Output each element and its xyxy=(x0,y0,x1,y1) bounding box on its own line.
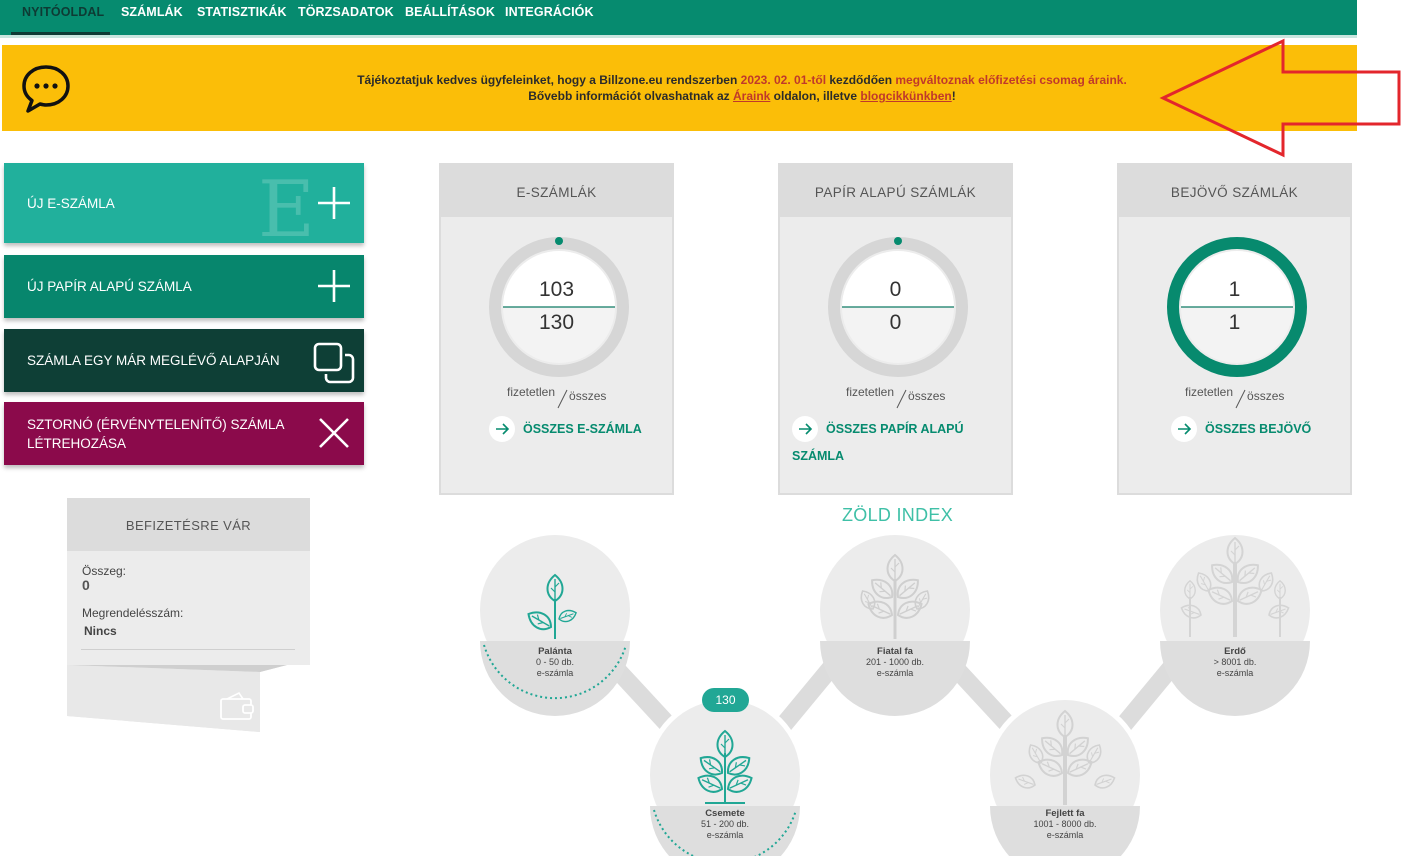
order-number-label: Megrendelésszám: xyxy=(82,606,184,620)
green-index-graph xyxy=(475,530,1315,856)
unpaid-count: 0 xyxy=(889,278,902,301)
storno-invoice-button[interactable]: SZTORNÓ (ÉRVÉNYTELENÍTŐ) SZÁMLA LÉTREHOZÁ… xyxy=(4,402,364,465)
copy-icon xyxy=(313,342,355,384)
unpaid-total-caption: fizetetlen összes xyxy=(1185,385,1284,410)
unpaid-count: 103 xyxy=(538,278,575,301)
nav-statistics[interactable]: STATISZTIKÁK xyxy=(197,0,287,35)
new-einvoice-label: ÚJ E-SZÁMLA xyxy=(27,196,115,211)
level-label-palanta: Palánta 0 - 50 db. e-számla xyxy=(535,646,575,678)
card-title: PAPÍR ALAPÚ SZÁMLÁK xyxy=(780,165,1011,217)
invoice-from-existing-label: SZÁMLA EGY MÁR MEGLÉVŐ ALAPJÁN xyxy=(27,353,280,368)
new-einvoice-button[interactable]: E ÚJ E-SZÁMLA xyxy=(4,163,364,243)
einvoice-watermark: E xyxy=(258,165,315,243)
total-count: 130 xyxy=(538,311,575,334)
waiting-payment-title: BEFIZETÉSRE VÁR xyxy=(67,498,310,551)
level-node-fiatal-fa xyxy=(815,530,975,716)
unpaid-total-caption: fizetetlen összes xyxy=(846,385,945,410)
green-index-title: ZÖLD INDEX xyxy=(842,505,954,525)
unpaid-total-caption: fizetetlen összes xyxy=(507,385,606,410)
invoice-from-existing-button[interactable]: SZÁMLA EGY MÁR MEGLÉVŐ ALAPJÁN xyxy=(4,329,364,392)
top-navigation: NYITÓOLDAL SZÁMLÁK STATISZTIKÁK TÖRZSADA… xyxy=(0,0,1357,38)
prices-link[interactable]: Áraink xyxy=(733,89,770,103)
incoming-invoices-card: BEJÖVŐ SZÁMLÁK 1 1 fizetetlen összes ÖSSZ… xyxy=(1117,163,1352,495)
einvoices-card: E-SZÁMLÁK 103 130 fizetetlen összes ÖSSZE… xyxy=(439,163,674,495)
arrow-right-icon xyxy=(792,415,818,442)
total-count: 1 xyxy=(1228,311,1241,334)
level-label-csemete: Csemete 51 - 200 db. e-számla xyxy=(700,808,750,840)
arrow-right-icon xyxy=(1171,415,1197,442)
nav-master-data[interactable]: TÖRZSADATOK xyxy=(298,0,394,35)
announcement-banner: Tájékoztatjuk kedves ügyfeleinket, hogy … xyxy=(2,45,1357,131)
level-node-erdo xyxy=(1155,530,1315,716)
waiting-payment-panel: BEFIZETÉSRE VÁR Összeg: 0 Megrendelésszá… xyxy=(67,498,310,734)
paper-invoices-card: PAPÍR ALAPÚ SZÁMLÁK 0 0 fizetetlen összes… xyxy=(778,163,1013,495)
plus-icon xyxy=(318,187,350,219)
close-icon xyxy=(319,418,349,448)
new-paper-invoice-button[interactable]: ÚJ PAPÍR ALAPÚ SZÁMLA xyxy=(4,255,364,318)
waiting-payment-body: Összeg: 0 Megrendelésszám: Nincs xyxy=(67,551,310,665)
folded-corner-graphic xyxy=(67,665,310,732)
all-paper-invoices-link[interactable]: ÖSSZES PAPÍR ALAPÚ SZÁMLA xyxy=(792,415,1011,463)
level-label-fiatal-fa: Fiatal fa 201 - 1000 db. e-számla xyxy=(865,646,925,678)
unpaid-gauge xyxy=(828,237,968,377)
current-einvoice-count-badge: 130 xyxy=(702,688,749,712)
amount-label: Összeg: xyxy=(82,564,127,578)
nav-home[interactable]: NYITÓOLDAL xyxy=(11,0,110,35)
all-incoming-link[interactable]: ÖSSZES BEJÖVŐ xyxy=(1171,415,1311,442)
storno-invoice-label: SZTORNÓ (ÉRVÉNYTELENÍTŐ) SZÁMLA LÉTREHOZÁ… xyxy=(27,417,285,451)
order-number-value: Nincs xyxy=(84,624,117,638)
red-arrow-annotation xyxy=(1159,38,1401,158)
level-label-fejlett-fa: Fejlett fa 1001 - 8000 db. e-számla xyxy=(1033,808,1097,840)
total-count: 0 xyxy=(889,311,902,334)
unpaid-count: 1 xyxy=(1228,278,1241,301)
nav-settings[interactable]: BEÁLLÍTÁSOK xyxy=(405,0,495,35)
nav-integrations[interactable]: INTEGRÁCIÓK xyxy=(505,0,594,35)
all-einvoices-link[interactable]: ÖSSZES E-SZÁMLA xyxy=(489,415,642,442)
level-node-palanta xyxy=(475,530,635,716)
amount-value: 0 xyxy=(82,577,90,593)
blog-link[interactable]: blogcikkünkben xyxy=(860,89,951,103)
unpaid-gauge xyxy=(1167,237,1307,377)
nav-invoices[interactable]: SZÁMLÁK xyxy=(121,0,183,35)
new-paper-invoice-label: ÚJ PAPÍR ALAPÚ SZÁMLA xyxy=(27,279,192,294)
level-label-erdo: Erdő > 8001 db. e-számla xyxy=(1213,646,1257,678)
plus-icon xyxy=(318,270,350,302)
card-title: BEJÖVŐ SZÁMLÁK xyxy=(1119,165,1350,217)
unpaid-gauge xyxy=(489,237,629,377)
divider xyxy=(81,649,295,650)
arrow-right-icon xyxy=(489,415,515,442)
card-title: E-SZÁMLÁK xyxy=(441,165,672,217)
